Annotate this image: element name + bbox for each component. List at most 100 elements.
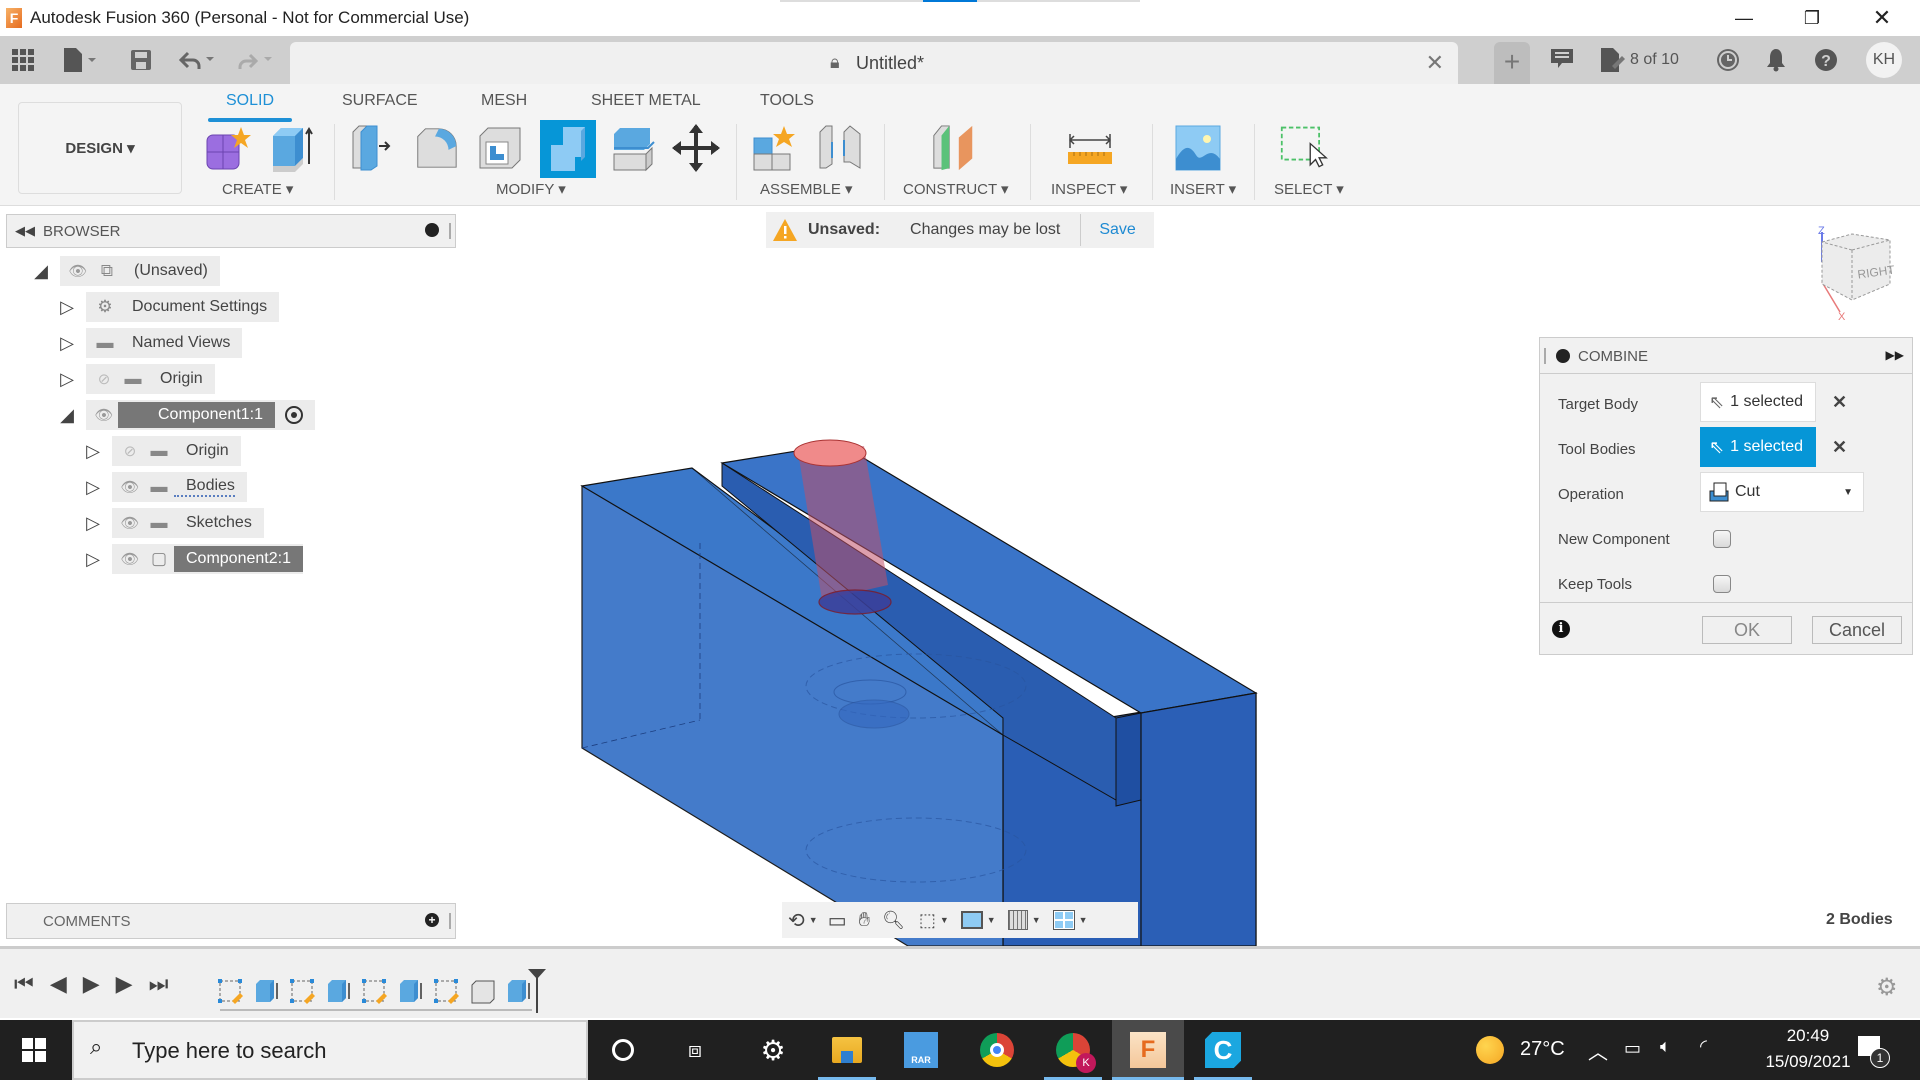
new-component-icon[interactable] (204, 122, 252, 174)
eye-icon[interactable]: 👁︎ (116, 514, 144, 532)
minimize-panel-icon[interactable] (425, 223, 439, 237)
chrome-profile-icon[interactable]: K (1044, 1020, 1102, 1080)
expand-dialog-icon[interactable]: ▶▶ (1886, 348, 1904, 362)
drag-handle[interactable] (1544, 348, 1546, 364)
expand-triangle-icon[interactable]: ▷ (82, 549, 104, 570)
measure-icon[interactable] (1066, 122, 1114, 174)
windows-start-icon[interactable] (22, 1038, 46, 1062)
tab-tools[interactable]: TOOLS (760, 92, 814, 110)
insert-menu[interactable]: INSERT ▾ (1170, 180, 1236, 198)
eye-hidden-icon[interactable]: ⊘ (116, 442, 144, 460)
panel-resize-handle[interactable] (449, 223, 451, 239)
clear-tool-bodies-button[interactable]: ✕ (1832, 437, 1847, 458)
select-menu[interactable]: SELECT ▾ (1274, 180, 1344, 198)
combine-icon[interactable] (540, 120, 596, 178)
collapse-triangle-icon[interactable]: ◢ (30, 261, 52, 282)
workspace-switcher[interactable]: DESIGN ▾ (18, 102, 182, 194)
offset-plane-icon[interactable] (930, 122, 978, 174)
expand-triangle-icon[interactable]: ▷ (82, 513, 104, 534)
tab-mesh[interactable]: MESH (481, 92, 527, 110)
step-back-icon[interactable]: ◀ (50, 971, 67, 997)
cura-icon[interactable]: C (1194, 1020, 1252, 1080)
show-hidden-icons-chevron[interactable]: ︿ (1588, 1036, 1608, 1065)
expand-triangle-icon[interactable]: ▷ (56, 333, 78, 354)
eye-icon[interactable]: 👁︎ (90, 406, 118, 424)
job-status[interactable]: 8 of 10 (1600, 48, 1679, 72)
tree-item-origin[interactable]: ▷ ⊘ ▬ Origin (56, 364, 215, 394)
eye-icon[interactable]: 👁︎ (116, 478, 144, 496)
go-to-start-icon[interactable]: ⏮ (14, 971, 34, 997)
timeline-settings-gear-icon[interactable]: ⚙ (1876, 973, 1898, 1002)
play-icon[interactable]: ▶ (83, 971, 100, 997)
notification-bell-icon[interactable] (1766, 48, 1786, 78)
viewcube[interactable]: Z X RIGHT (1812, 222, 1912, 323)
weather-sun-icon[interactable] (1476, 1036, 1504, 1064)
close-tab-button[interactable]: ✕ (1426, 50, 1444, 76)
split-face-icon[interactable] (608, 122, 656, 174)
cortana-icon[interactable] (594, 1020, 652, 1080)
history-clock-icon[interactable] (1716, 48, 1740, 78)
timeline-feature-extrude[interactable] (506, 979, 532, 1005)
timeline-feature-extrude[interactable] (326, 979, 352, 1005)
press-pull-icon[interactable] (348, 122, 396, 174)
tree-item-named-views[interactable]: ▷ ▬ Named Views (56, 328, 243, 358)
move-copy-icon[interactable] (672, 122, 720, 174)
timeline-feature-sketch[interactable] (218, 979, 244, 1005)
modify-menu[interactable]: MODIFY ▾ (496, 180, 566, 198)
timeline-feature-sketch[interactable] (434, 979, 460, 1005)
select-window-icon[interactable] (1280, 122, 1328, 174)
operation-dropdown[interactable]: Cut ▼ (1700, 472, 1864, 512)
tree-item-bodies[interactable]: ▷ 👁︎ ▬ Bodies (82, 472, 247, 502)
document-tab[interactable]: 🔒︎ Untitled* ✕ (290, 42, 1458, 84)
expand-triangle-icon[interactable]: ▷ (56, 369, 78, 390)
settings-gear-icon[interactable]: ⚙ (744, 1020, 802, 1080)
viewports-icon[interactable] (1052, 910, 1075, 930)
redo-icon[interactable] (236, 46, 276, 74)
construct-menu[interactable]: CONSTRUCT ▾ (903, 180, 1009, 198)
timeline-feature-sketch[interactable] (362, 979, 388, 1005)
inspect-menu[interactable]: INSPECT ▾ (1051, 180, 1127, 198)
step-forward-icon[interactable]: ▶ (116, 971, 133, 997)
extrude-icon[interactable] (268, 122, 316, 174)
chevron-down-icon[interactable]: ▼ (940, 915, 949, 925)
panel-resize-handle[interactable] (449, 913, 451, 929)
minimize-dialog-icon[interactable] (1556, 349, 1570, 363)
chevron-down-icon[interactable]: ▼ (1079, 915, 1088, 925)
file-explorer-icon[interactable] (818, 1020, 876, 1080)
close-window-button[interactable]: ✕ (1852, 0, 1912, 36)
tab-sheet-metal[interactable]: SHEET METAL (591, 92, 701, 110)
joint-icon[interactable] (816, 122, 864, 174)
data-panel-grid-icon[interactable] (12, 46, 34, 74)
info-icon[interactable]: i (1552, 620, 1570, 638)
go-to-end-icon[interactable]: ⏭ (149, 971, 169, 997)
timeline-feature-extrude[interactable] (398, 979, 424, 1005)
timeline-marker-head[interactable] (528, 969, 546, 979)
volume-icon[interactable]: 🔈︎ (1660, 1036, 1671, 1057)
eye-icon[interactable]: 👁︎ (116, 550, 144, 568)
eye-icon[interactable]: 👁︎ (64, 262, 92, 280)
collapse-triangle-icon[interactable]: ◢ (56, 405, 78, 426)
tree-item-component2[interactable]: ▷ 👁︎ ▢ Component2:1 (82, 544, 303, 574)
task-view-icon[interactable]: ⧈ (666, 1020, 724, 1080)
tree-item-component-origin[interactable]: ▷ ⊘ ▬ Origin (82, 436, 241, 466)
tab-surface[interactable]: SURFACE (342, 92, 418, 110)
activate-component-radio[interactable] (284, 406, 303, 424)
winrar-icon[interactable]: RAR (892, 1020, 950, 1080)
new-component-checkbox[interactable] (1713, 530, 1731, 548)
fillet-icon[interactable] (412, 122, 460, 174)
battery-icon[interactable]: ▭ (1624, 1038, 1641, 1059)
help-icon[interactable]: ? (1814, 48, 1838, 78)
fusion-360-taskbar-icon[interactable]: F (1112, 1020, 1184, 1080)
clock-time[interactable]: 20:49 (1760, 1026, 1856, 1046)
chrome-icon[interactable] (968, 1020, 1026, 1080)
insert-image-icon[interactable] (1174, 122, 1222, 174)
create-menu[interactable]: CREATE ▾ (222, 180, 293, 198)
fit-window-icon[interactable]: ⬚ (919, 910, 936, 931)
save-icon[interactable] (130, 46, 152, 74)
display-settings-icon[interactable] (960, 911, 983, 929)
expand-triangle-icon[interactable]: ▷ (82, 477, 104, 498)
pan-hand-icon[interactable]: ✋︎ (859, 909, 870, 932)
eye-hidden-icon[interactable]: ⊘ (90, 370, 118, 388)
target-body-selector[interactable]: ⇖ 1 selected (1700, 382, 1816, 422)
collapse-browser-icon[interactable]: ◀◀ (15, 223, 35, 239)
